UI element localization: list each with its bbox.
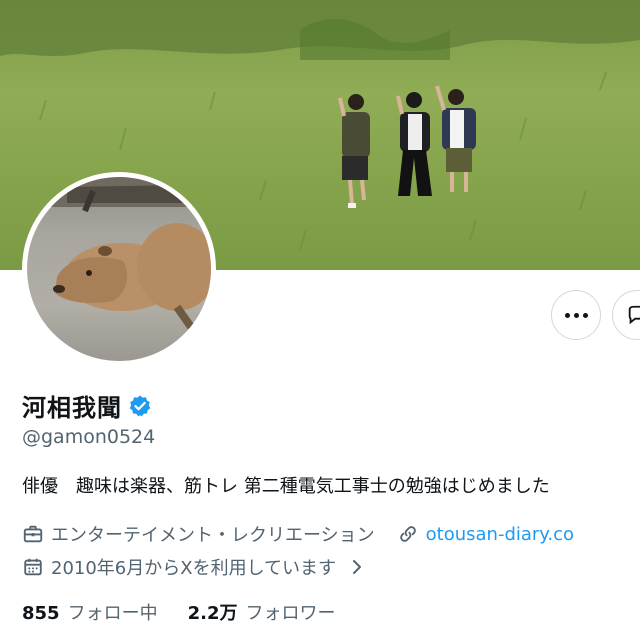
category-item: エンターテイメント・レクリエーション bbox=[22, 521, 375, 547]
person-middle bbox=[396, 92, 432, 196]
joined-date: 2010年6月からXを利用しています bbox=[51, 558, 337, 579]
joined-row[interactable]: 2010年6月からXを利用しています bbox=[22, 554, 365, 580]
user-handle: @gamon0524 bbox=[22, 426, 156, 448]
message-icon bbox=[628, 305, 640, 325]
calendar-icon bbox=[24, 558, 42, 576]
following-count: 855 bbox=[22, 603, 60, 624]
briefcase-icon bbox=[23, 525, 43, 543]
link-icon bbox=[399, 526, 416, 542]
chevron-right-icon bbox=[353, 560, 362, 574]
profile-bio: 俳優 趣味は楽器、筋トレ 第二種電気工事士の勉強はじめました bbox=[22, 476, 550, 497]
capybara-head bbox=[55, 257, 128, 303]
more-button[interactable] bbox=[551, 290, 601, 340]
person-right bbox=[435, 85, 476, 192]
message-button[interactable] bbox=[612, 290, 640, 340]
more-dots-icon bbox=[564, 312, 588, 318]
name-row: 河相我聞 bbox=[22, 388, 152, 423]
website-link[interactable]: otousan-diary.co bbox=[426, 524, 574, 545]
avatar-photo bbox=[27, 177, 211, 330]
profile-meta-row: エンターテイメント・レクリエーション otousan-diary.co bbox=[22, 521, 574, 547]
website-item[interactable]: otousan-diary.co bbox=[397, 523, 574, 545]
joined-item[interactable]: 2010年6月からXを利用しています bbox=[22, 554, 365, 580]
following-stat[interactable]: 855 フォロー中 bbox=[22, 599, 158, 625]
followers-label: フォロワー bbox=[245, 603, 336, 624]
category-label: エンターテイメント・レクリエーション bbox=[51, 525, 375, 546]
followers-stat[interactable]: 2.2万 フォロワー bbox=[188, 599, 336, 625]
display-name: 河相我聞 bbox=[22, 394, 122, 422]
followers-count: 2.2万 bbox=[187, 603, 238, 624]
person-left bbox=[338, 94, 370, 208]
profile-avatar[interactable] bbox=[22, 172, 216, 366]
verified-badge-icon[interactable] bbox=[128, 394, 152, 418]
follow-stats: 855 フォロー中 2.2万 フォロワー bbox=[22, 599, 335, 625]
following-label: フォロー中 bbox=[67, 603, 158, 624]
